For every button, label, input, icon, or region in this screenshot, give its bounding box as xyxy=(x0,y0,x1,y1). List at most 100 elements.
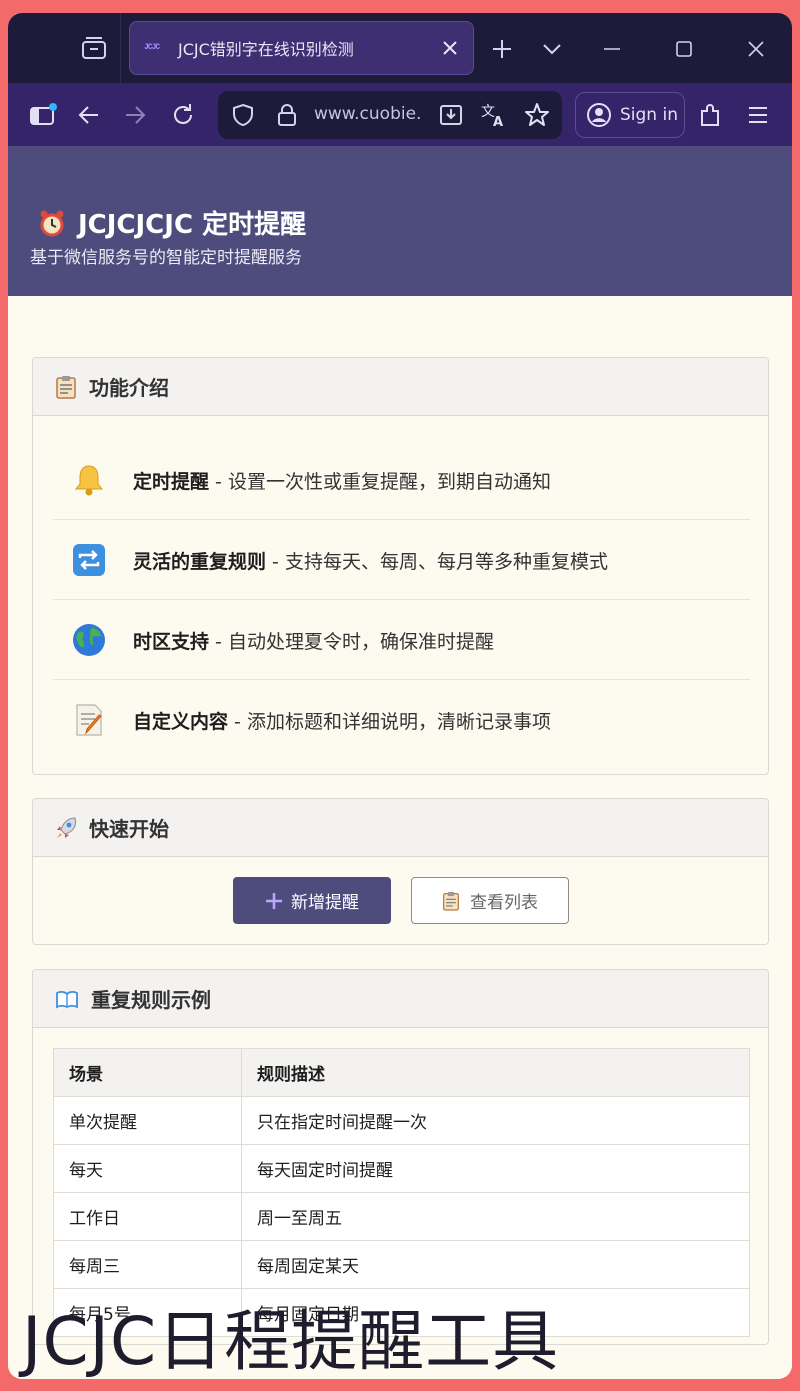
quickstart-card: 快速开始 新增提醒 查看列表 xyxy=(32,798,769,945)
table-header-row: 场景 规则描述 xyxy=(53,1048,750,1097)
translate-icon[interactable]: 文 A xyxy=(480,102,508,128)
svg-text:A: A xyxy=(493,115,503,128)
sidebar-icon xyxy=(30,103,57,125)
sign-in-label: Sign in xyxy=(620,105,678,125)
table-cell: 每周三 xyxy=(53,1240,242,1289)
url-text[interactable]: www.cuobie. xyxy=(314,104,434,124)
column-header: 场景 xyxy=(53,1048,242,1097)
bell-icon xyxy=(74,465,104,496)
features-card: 功能介绍 定时提醒 - 设置一次性或重复提醒，到期自动通知 灵活的重复规则 - … xyxy=(32,357,769,775)
reload-button[interactable] xyxy=(168,100,198,130)
arrow-right-icon xyxy=(126,106,146,124)
shield-icon xyxy=(233,103,253,127)
lock-icon xyxy=(278,104,296,126)
feature-item: 定时提醒 - 设置一次性或重复提醒，到期自动通知 xyxy=(53,440,750,520)
plus-icon xyxy=(266,892,282,909)
feature-desc: - 自动处理夏令时，确保准时提醒 xyxy=(209,631,494,653)
active-tab[interactable]: JCJC JCJC错别字在线识别检测 xyxy=(129,21,474,75)
rocket-icon xyxy=(57,816,76,838)
minimize-button[interactable] xyxy=(600,37,624,61)
feature-item: 灵活的重复规则 - 支持每天、每周、每月等多种重复模式 xyxy=(53,520,750,600)
page-title: JCJCJCJC 定时提醒 xyxy=(38,204,306,241)
tab-title: JCJC错别字在线识别检测 xyxy=(178,40,354,59)
table-cell: 单次提醒 xyxy=(53,1096,242,1145)
star-icon[interactable] xyxy=(524,102,550,128)
address-bar[interactable]: www.cuobie. 文 A xyxy=(218,91,562,139)
feature-desc: - 设置一次性或重复提醒，到期自动通知 xyxy=(209,471,551,493)
add-reminder-label: 新增提醒 xyxy=(291,893,359,913)
rules-table: 场景 规则描述 单次提醒 只在指定时间提醒一次 每天 每天固定时间提醒 工作日 xyxy=(53,1048,750,1337)
tab-list-button[interactable] xyxy=(80,35,108,61)
sidebar-button[interactable] xyxy=(28,100,58,130)
tab-divider xyxy=(120,13,121,83)
forward-button[interactable] xyxy=(120,100,150,130)
feature-title: 自定义内容 xyxy=(133,711,229,733)
close-tab-icon[interactable] xyxy=(441,39,459,57)
memo-icon xyxy=(76,704,102,736)
account-icon xyxy=(587,103,611,127)
menu-button[interactable] xyxy=(743,100,773,130)
globe-icon xyxy=(73,624,105,656)
browser-window: JCJC JCJC错别字在线识别检测 www.cuobie. 文 A Sign … xyxy=(8,13,792,1379)
new-tab-button[interactable] xyxy=(490,37,514,61)
list-all-tabs-button[interactable] xyxy=(540,37,564,61)
navigation-toolbar: www.cuobie. 文 A Sign in xyxy=(8,83,792,146)
column-header: 规则描述 xyxy=(241,1048,750,1097)
feature-item: 自定义内容 - 添加标题和详细说明，清晰记录事项 xyxy=(53,680,750,760)
maximize-icon xyxy=(676,41,692,57)
clipboard-icon xyxy=(56,375,76,399)
reload-icon xyxy=(174,104,192,124)
table-cell: 只在指定时间提醒一次 xyxy=(241,1096,750,1145)
hero-banner: JCJCJCJC 定时提醒 基于微信服务号的智能定时提醒服务 xyxy=(8,146,792,296)
table-row: 每天 每天固定时间提醒 xyxy=(53,1144,750,1193)
add-reminder-button[interactable]: 新增提醒 xyxy=(233,877,391,924)
quickstart-heading: 快速开始 xyxy=(89,817,169,841)
plus-icon xyxy=(493,40,511,58)
repeat-icon xyxy=(73,544,105,576)
page-subtitle: 基于微信服务号的智能定时提醒服务 xyxy=(30,248,302,268)
rules-card: 重复规则示例 场景 规则描述 单次提醒 只在指定时间提醒一次 每天 每天固定时间… xyxy=(32,969,769,1345)
alarm-clock-icon xyxy=(40,210,64,236)
table-row: 单次提醒 只在指定时间提醒一次 xyxy=(53,1096,750,1145)
watermark-caption: JCJC日程提醒工具 xyxy=(22,1303,560,1380)
sign-in-button[interactable]: Sign in xyxy=(575,92,685,138)
table-cell: 工作日 xyxy=(53,1192,242,1241)
table-cell: 每天 xyxy=(53,1144,242,1193)
maximize-button[interactable] xyxy=(672,37,696,61)
table-row: 工作日 周一至周五 xyxy=(53,1192,750,1241)
back-button[interactable] xyxy=(74,100,104,130)
feature-title: 定时提醒 xyxy=(133,471,210,493)
rules-card-header: 重复规则示例 xyxy=(33,970,768,1028)
feature-desc: - 添加标题和详细说明，清晰记录事项 xyxy=(228,711,551,733)
open-book-icon xyxy=(56,990,78,1008)
feature-item: 时区支持 - 自动处理夏令时，确保准时提醒 xyxy=(53,600,750,680)
clipboard-icon xyxy=(443,891,459,911)
table-cell: 周一至周五 xyxy=(241,1192,750,1241)
table-cell: 每周固定某天 xyxy=(241,1240,750,1289)
features-heading: 功能介绍 xyxy=(89,376,169,400)
view-list-label: 查看列表 xyxy=(470,893,538,913)
feature-title: 灵活的重复规则 xyxy=(133,551,267,573)
page-content: JCJCJCJC 定时提醒 基于微信服务号的智能定时提醒服务 功能介绍 定时提醒… xyxy=(8,146,792,1379)
site-favicon: JCJC xyxy=(144,43,160,52)
table-cell: 每天固定时间提醒 xyxy=(241,1144,750,1193)
feature-title: 时区支持 xyxy=(133,631,210,653)
chevron-down-icon xyxy=(543,44,561,55)
close-window-button[interactable] xyxy=(744,37,768,61)
tab-strip: JCJC JCJC错别字在线识别检测 xyxy=(8,13,792,83)
page-title-text: JCJCJCJC 定时提醒 xyxy=(78,210,307,240)
download-icon[interactable] xyxy=(438,102,464,128)
tab-list-icon xyxy=(82,37,106,59)
close-icon xyxy=(748,41,764,57)
table-row: 每周三 每周固定某天 xyxy=(53,1240,750,1289)
hamburger-icon xyxy=(749,107,767,123)
view-list-button[interactable]: 查看列表 xyxy=(411,877,569,924)
features-card-header: 功能介绍 xyxy=(33,358,768,416)
feature-desc: - 支持每天、每周、每月等多种重复模式 xyxy=(266,551,608,573)
minimize-icon xyxy=(604,48,620,50)
quickstart-card-header: 快速开始 xyxy=(33,799,768,857)
puzzle-icon xyxy=(701,104,719,126)
arrow-left-icon xyxy=(78,106,98,124)
extensions-button[interactable] xyxy=(696,100,726,130)
rules-heading: 重复规则示例 xyxy=(91,988,211,1012)
